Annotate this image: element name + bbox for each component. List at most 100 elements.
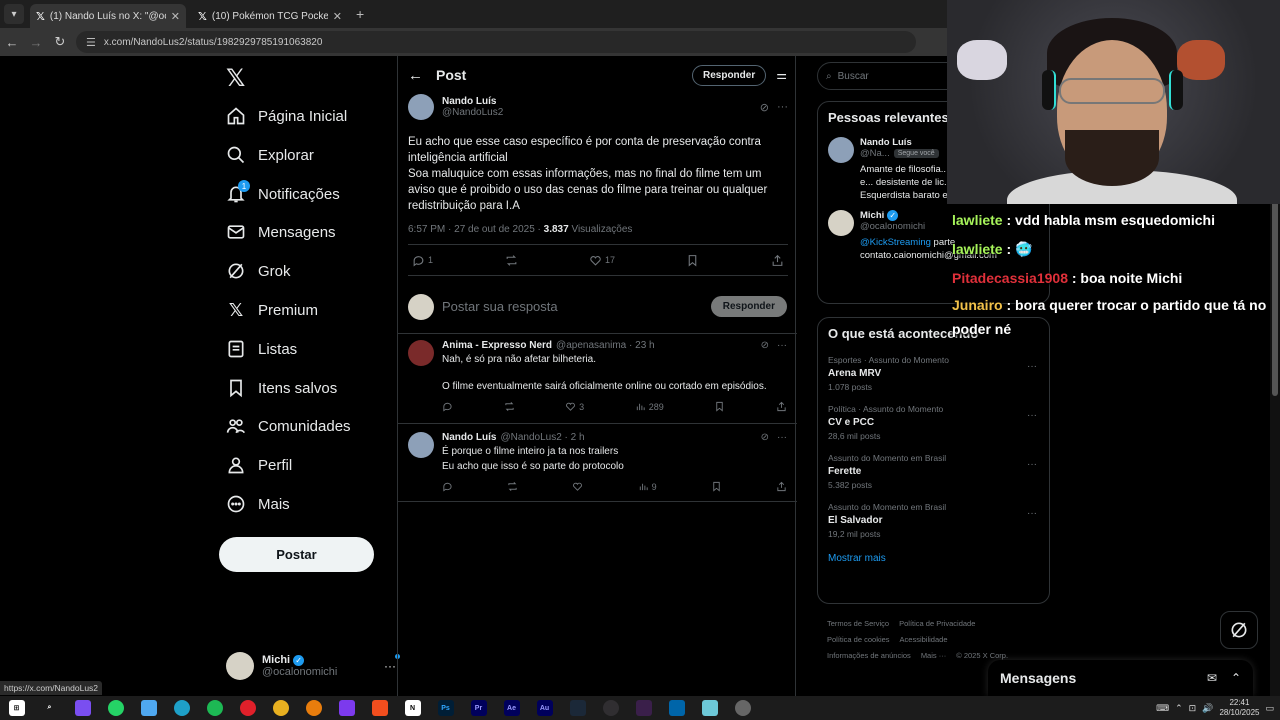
close-icon[interactable]: ✕ xyxy=(333,10,342,23)
reply-action[interactable] xyxy=(442,401,453,412)
more-icon[interactable]: ··· xyxy=(777,432,787,443)
tab-pokemon[interactable]: 𝕏 (10) Pokémon TCG Pocket no X ✕ xyxy=(192,4,348,28)
trend-item[interactable]: Política · Assunto do Momento CV e PCC 2… xyxy=(818,398,1049,447)
nav-item-explore[interactable]: Explorar xyxy=(226,140,314,170)
tab-search-button[interactable]: ▾ xyxy=(4,4,24,24)
audition-icon[interactable]: Au xyxy=(528,696,561,720)
chrome-alt-icon[interactable] xyxy=(726,696,759,720)
bio-link[interactable]: @KickStreaming xyxy=(860,237,931,248)
reply-header-button[interactable]: Responder xyxy=(692,64,767,86)
obs-icon[interactable] xyxy=(594,696,627,720)
reply-submit-button[interactable]: Responder xyxy=(710,296,787,317)
bookmark-action[interactable] xyxy=(686,254,699,267)
app-icon[interactable] xyxy=(66,696,99,720)
blender-icon[interactable] xyxy=(297,696,330,720)
clock[interactable]: 22:41 28/10/2025 xyxy=(1219,698,1259,718)
nav-item-lists[interactable]: Listas xyxy=(226,334,297,364)
chevron-up-icon[interactable]: ⌃ xyxy=(1175,703,1183,714)
avatar[interactable] xyxy=(408,340,434,366)
footer-link[interactable]: Acessibilidade xyxy=(900,635,948,644)
like-action[interactable]: 17 xyxy=(589,254,615,267)
notion-icon[interactable]: N xyxy=(396,696,429,720)
nav-item-messages[interactable]: Mensagens xyxy=(226,217,336,247)
author-name[interactable]: Nando Luís xyxy=(442,96,503,107)
nav-item-premium[interactable]: 𝕏 Premium xyxy=(226,295,318,325)
reply-author-name[interactable]: Nando Luís xyxy=(442,432,496,443)
repost-action[interactable] xyxy=(504,401,515,412)
reply-action[interactable]: 1 xyxy=(412,254,433,267)
photoshop-icon[interactable]: Ps xyxy=(429,696,462,720)
nav-item-grok[interactable]: Grok xyxy=(226,256,291,286)
footer-link[interactable]: Política de Privacidade xyxy=(899,619,975,628)
nav-item-profile[interactable]: Perfil xyxy=(226,450,292,480)
spotify-icon[interactable] xyxy=(198,696,231,720)
nav-item-notifications[interactable]: 1 Notificações xyxy=(226,179,340,209)
author-handle[interactable]: @NandoLus2 xyxy=(442,107,503,118)
more-icon[interactable]: ··· xyxy=(1027,361,1037,372)
like-action[interactable]: 3 xyxy=(565,401,584,412)
vegas-icon[interactable] xyxy=(627,696,660,720)
repost-action[interactable] xyxy=(507,481,518,492)
more-icon[interactable]: ··· xyxy=(1027,459,1037,470)
chrome-icon[interactable] xyxy=(264,696,297,720)
footer-link[interactable]: Informações de anúncios xyxy=(827,651,911,660)
footer-link[interactable]: Termos de Serviço xyxy=(827,619,889,628)
avatar[interactable] xyxy=(408,432,434,458)
new-message-icon[interactable]: ✉ xyxy=(1207,671,1217,685)
account-switcher[interactable]: Michi ✓ @ocalonomichi ··· xyxy=(226,648,400,684)
grok-icon[interactable]: ⊘ xyxy=(760,101,769,114)
trend-item[interactable]: Assunto do Momento em Brasil Ferette 5.3… xyxy=(818,447,1049,496)
nav-item-home[interactable]: Página Inicial xyxy=(226,101,347,131)
back-button[interactable]: ← xyxy=(0,35,24,50)
steam-icon[interactable] xyxy=(561,696,594,720)
nav-item-more[interactable]: Mais xyxy=(226,489,290,519)
trend-item[interactable]: Esportes · Assunto do Momento Arena MRV … xyxy=(818,349,1049,398)
show-more-link[interactable]: Mostrar mais xyxy=(818,545,1049,574)
post-button[interactable]: Postar xyxy=(219,537,374,572)
avatar[interactable] xyxy=(828,210,854,236)
more-icon[interactable]: ··· xyxy=(777,340,787,351)
views-action[interactable]: 289 xyxy=(635,401,664,412)
like-action[interactable] xyxy=(572,481,583,492)
more-icon[interactable]: ··· xyxy=(384,654,400,673)
avatar[interactable] xyxy=(408,94,434,120)
site-settings-icon[interactable]: ☰ xyxy=(86,36,96,49)
grok-icon[interactable]: ⊘ xyxy=(761,340,769,351)
figma-icon[interactable] xyxy=(363,696,396,720)
post-timestamp[interactable]: 6:57 PM · 27 de out de 2025 · xyxy=(408,224,544,235)
close-icon[interactable]: ✕ xyxy=(171,10,180,23)
share-action[interactable] xyxy=(771,254,784,267)
network-icon[interactable]: ⊡ xyxy=(1189,703,1197,714)
messages-drawer[interactable]: Mensagens ✉ ⌃ xyxy=(988,660,1253,696)
chevron-up-icon[interactable]: ⌃ xyxy=(1231,671,1241,685)
nav-item-bookmarks[interactable]: Itens salvos xyxy=(226,373,337,403)
premiere-icon[interactable]: Pr xyxy=(462,696,495,720)
more-icon[interactable]: ··· xyxy=(1027,508,1037,519)
obsidian-icon[interactable] xyxy=(330,696,363,720)
reply-input[interactable]: Postar sua resposta xyxy=(442,299,703,314)
avatar[interactable] xyxy=(828,137,854,163)
more-icon[interactable]: ··· xyxy=(777,101,788,114)
whatsapp-icon[interactable] xyxy=(99,696,132,720)
vscode-icon[interactable] xyxy=(660,696,693,720)
back-arrow-icon[interactable]: ← xyxy=(408,67,436,84)
notifications-icon[interactable]: ▭ xyxy=(1265,703,1274,714)
reply-item[interactable]: Nando Luís @NandoLus2 · 2 h ⊘ ··· É porqu… xyxy=(398,432,797,502)
keyboard-icon[interactable]: ⌨ xyxy=(1156,703,1169,714)
volume-icon[interactable]: 🔊 xyxy=(1202,703,1213,714)
search-icon[interactable]: ⌕ xyxy=(33,696,66,720)
copilot-icon[interactable] xyxy=(132,696,165,720)
opera-icon[interactable] xyxy=(231,696,264,720)
sliders-icon[interactable]: ⚌ xyxy=(776,68,787,82)
views-action[interactable]: 9 xyxy=(638,481,657,492)
reload-button[interactable]: ↻ xyxy=(48,34,72,50)
url-field[interactable]: ☰ x.com/NandoLus2/status/198292978519106… xyxy=(76,31,916,53)
aftereffects-icon[interactable]: Ae xyxy=(495,696,528,720)
x-logo-icon[interactable]: 𝕏 xyxy=(226,64,245,93)
share-action[interactable] xyxy=(776,481,787,492)
more-icon[interactable]: ··· xyxy=(1027,410,1037,421)
reply-action[interactable] xyxy=(442,481,453,492)
notepad-icon[interactable] xyxy=(693,696,726,720)
nav-item-communities[interactable]: Comunidades xyxy=(226,411,351,441)
edge-icon[interactable] xyxy=(165,696,198,720)
